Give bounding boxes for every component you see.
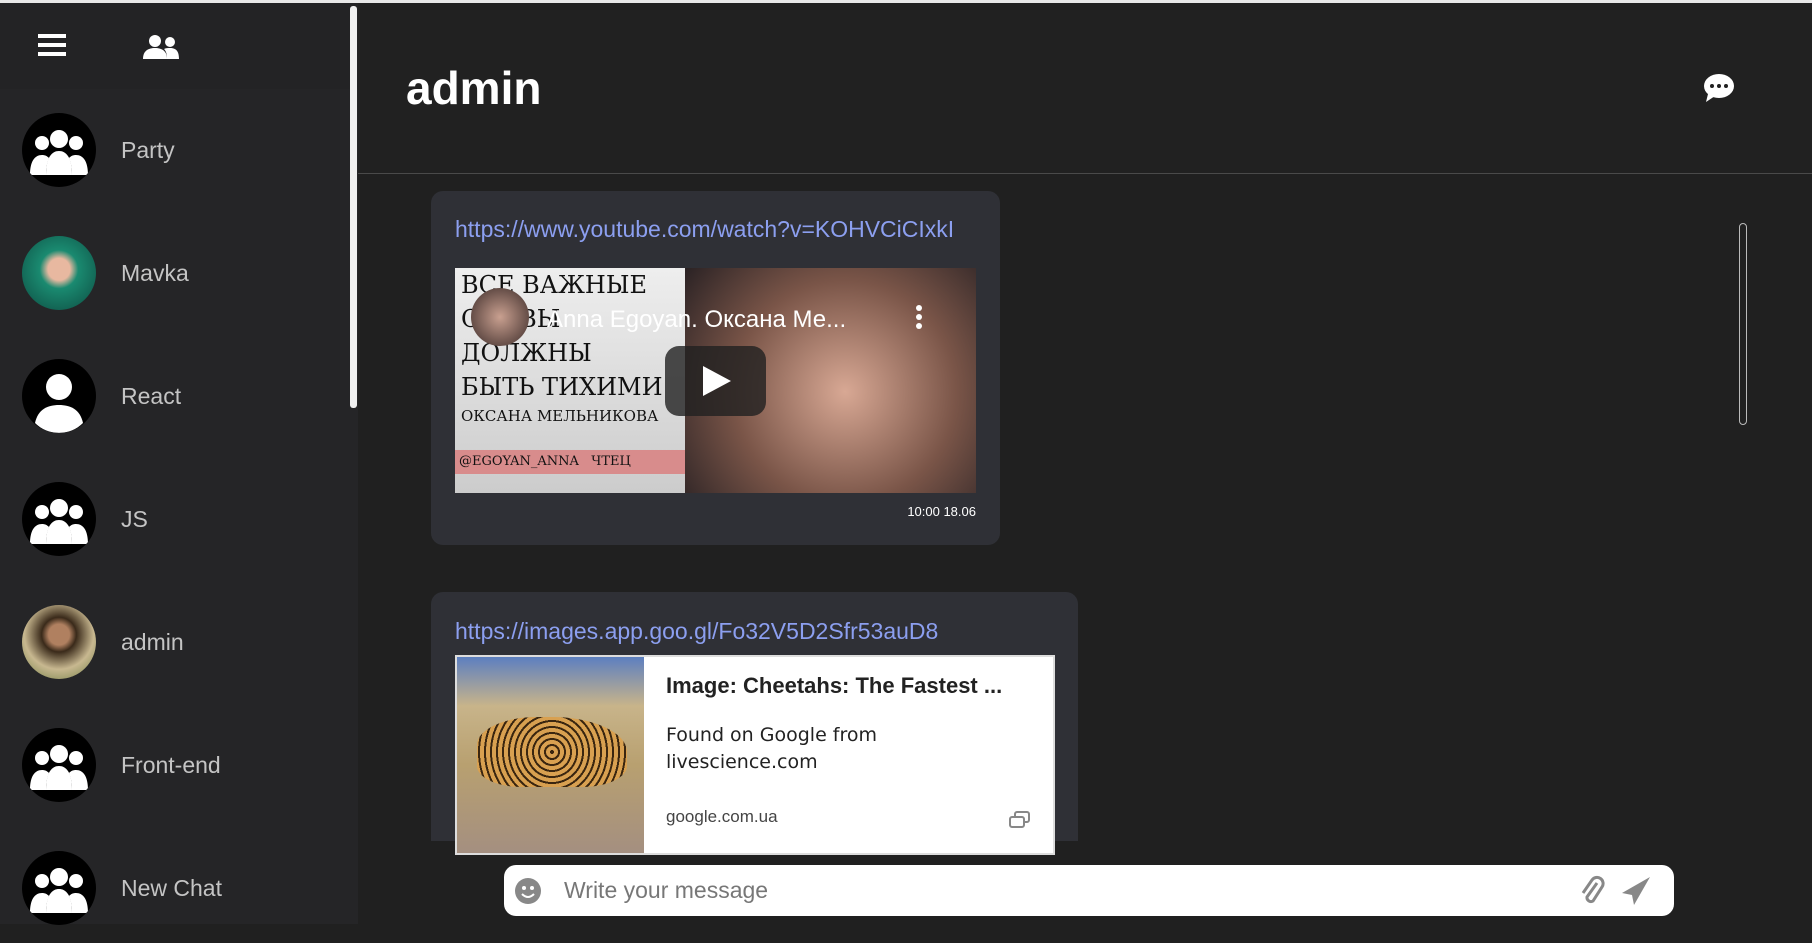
avatar bbox=[22, 851, 96, 925]
cheetah-image bbox=[457, 657, 644, 853]
chat-item-mavka[interactable]: Mavka bbox=[0, 218, 345, 328]
chat-name: JS bbox=[121, 506, 148, 532]
group-avatar-icon bbox=[30, 868, 88, 913]
video-title[interactable]: Anna Egoyan. Оксана Ме... bbox=[547, 306, 846, 334]
group-avatar-icon bbox=[30, 745, 88, 790]
more-vertical-icon[interactable] bbox=[915, 304, 923, 330]
avatar bbox=[22, 236, 96, 310]
chat-bubble-icon[interactable] bbox=[1704, 74, 1734, 102]
chat-item-new-chat[interactable]: New Chat bbox=[0, 833, 345, 943]
play-icon bbox=[703, 366, 731, 396]
chat-item-admin[interactable]: admin bbox=[0, 587, 345, 697]
group-avatar-icon bbox=[30, 499, 88, 544]
chat-name: Front-end bbox=[121, 752, 221, 778]
avatar bbox=[22, 113, 96, 187]
message-input[interactable] bbox=[564, 865, 1564, 916]
avatar bbox=[22, 605, 96, 679]
messages-scrollbar[interactable] bbox=[1739, 223, 1747, 425]
chat-item-react[interactable]: React bbox=[0, 341, 345, 451]
thumb-text: БЫТЬ ТИХИМИ bbox=[461, 373, 663, 401]
thumb-text: ОКСАНА МЕЛЬНИКОВА bbox=[461, 407, 659, 425]
chat-name: React bbox=[121, 383, 182, 409]
send-icon[interactable] bbox=[1620, 875, 1652, 907]
message-bubble: https://images.app.goo.gl/Fo32V5D2Sfr53a… bbox=[431, 592, 1078, 855]
chat-item-party[interactable]: Party bbox=[0, 95, 345, 205]
channel-avatar bbox=[471, 288, 529, 346]
avatar bbox=[22, 359, 96, 433]
play-button[interactable] bbox=[665, 346, 766, 416]
emoji-icon[interactable] bbox=[514, 877, 542, 905]
chat-item-js[interactable]: JS bbox=[0, 464, 345, 574]
chat-panel: admin https://www.youtube.com/watch?v=KO… bbox=[358, 0, 1812, 924]
message-link[interactable]: https://images.app.goo.gl/Fo32V5D2Sfr53a… bbox=[455, 618, 938, 645]
chat-name: New Chat bbox=[121, 875, 222, 901]
chat-header: admin bbox=[358, 3, 1812, 174]
menu-icon[interactable] bbox=[38, 33, 66, 57]
message-link[interactable]: https://www.youtube.com/watch?v=KOHVCiCI… bbox=[455, 216, 954, 243]
attach-icon[interactable] bbox=[1579, 875, 1605, 907]
sidebar-toolbar bbox=[0, 3, 358, 89]
chat-name: Party bbox=[121, 137, 175, 163]
open-external-icon[interactable] bbox=[1008, 811, 1032, 829]
link-preview-card[interactable]: Image: Cheetahs: The Fastest ... Found o… bbox=[455, 655, 1055, 855]
card-title: Image: Cheetahs: The Fastest ... bbox=[666, 673, 1003, 698]
card-domain: google.com.ua bbox=[666, 807, 778, 826]
avatar bbox=[22, 728, 96, 802]
sidebar-scrollbar[interactable] bbox=[350, 6, 357, 408]
avatar bbox=[22, 482, 96, 556]
chat-name: admin bbox=[121, 629, 184, 655]
message-composer bbox=[504, 865, 1674, 916]
chat-item-front-end[interactable]: Front-end bbox=[0, 710, 345, 820]
sidebar: Party Mavka React JS admin Front-end New Chat bbox=[0, 0, 358, 925]
contacts-icon[interactable] bbox=[143, 35, 179, 59]
page-title: admin bbox=[406, 62, 542, 114]
chat-name: Mavka bbox=[121, 260, 189, 286]
thumb-text: @EGOYAN_ANNA ЧТЕЦ bbox=[455, 450, 685, 474]
user-avatar-icon bbox=[35, 374, 83, 433]
message-timestamp: 10:00 18.06 bbox=[907, 504, 976, 519]
message-bubble: https://www.youtube.com/watch?v=KOHVCiCI… bbox=[431, 191, 1000, 545]
youtube-embed[interactable]: ВСЕ ВАЖНЫЕ СЛОВЫ ДОЛЖНЫ БЫТЬ ТИХИМИ ОКСА… bbox=[455, 268, 976, 493]
card-description: Found on Google from livescience.com bbox=[666, 724, 878, 773]
group-avatar-icon bbox=[30, 130, 88, 175]
